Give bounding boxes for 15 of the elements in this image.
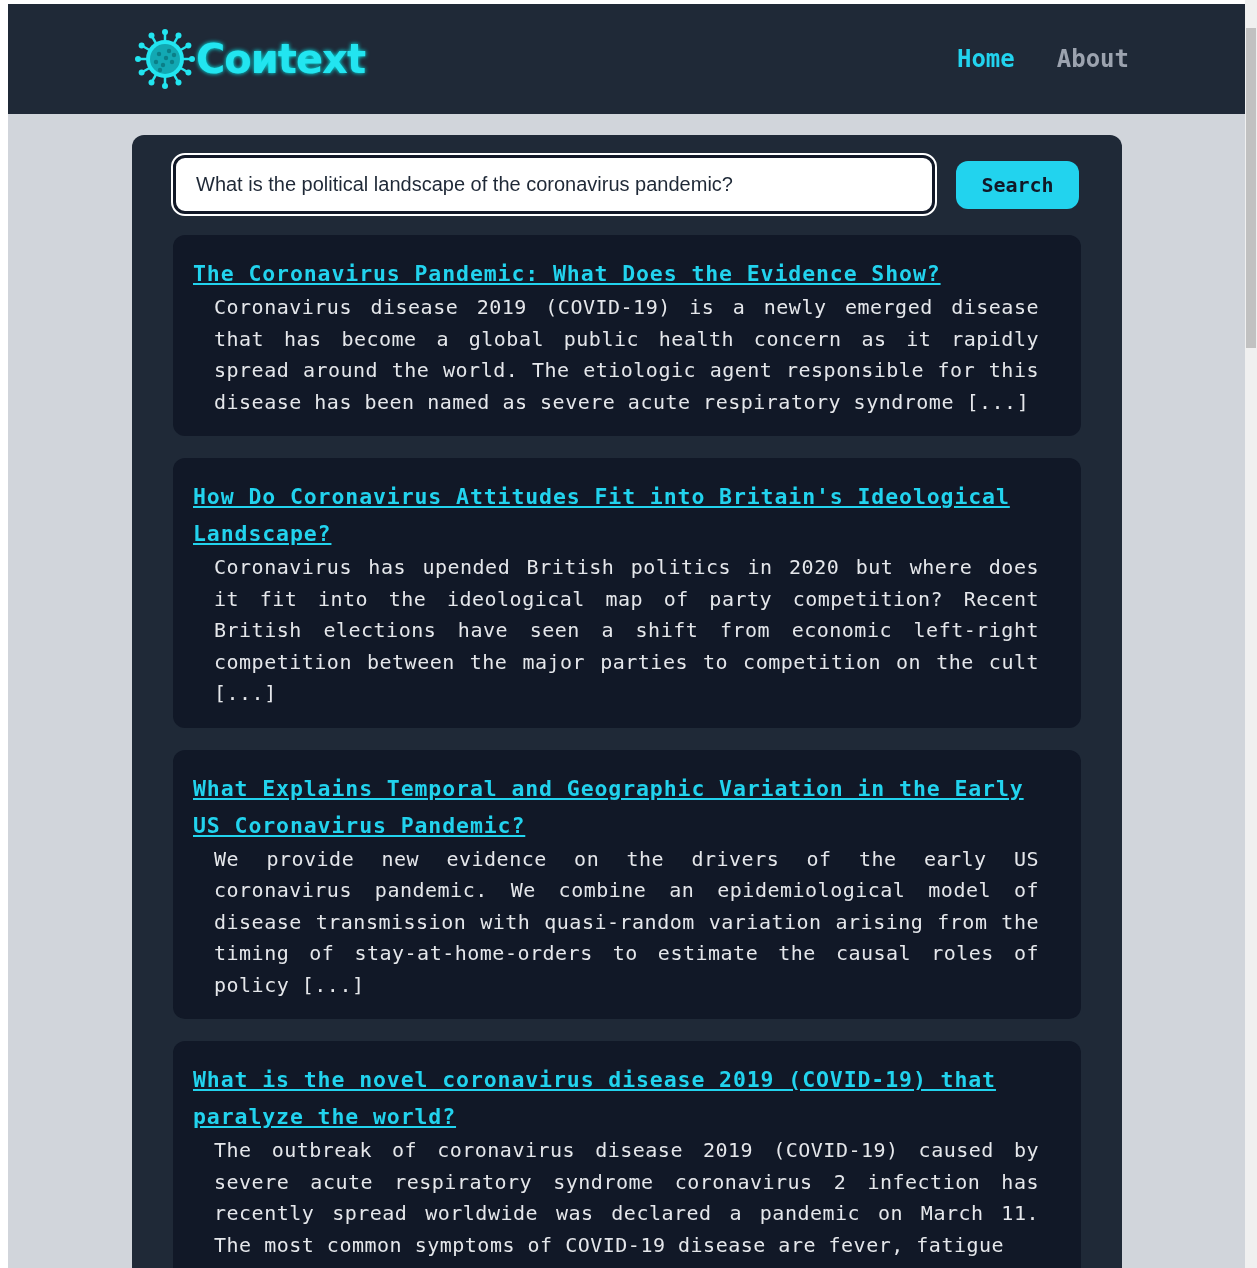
nav-link[interactable]: Home	[956, 41, 1015, 77]
search-button[interactable]: Search	[956, 160, 1079, 209]
result-title-link[interactable]: The Coronavirus Pandemic: What Does the Evidence Show?	[193, 255, 1061, 292]
result-title-link[interactable]: How Do Coronavirus Attitudes Fit into Britain's Ideological Landscape?	[193, 478, 1061, 552]
result-snippet: The outbreak of coronavirus disease 2019 (COVID-19) caused by severe acute respiratory syndrome coronavirus 2 infection has recently spread worldwide was declared a pandemic on March 11. The most common symptoms of COVID-19 disease are fever, fatigue	[213, 1137, 1040, 1259]
result-snippet: We provide new evidence on the drivers of the early US coronavirus pandemic. We combine an epidemiological model of disease transmission with quasi-random variation arising from the timing of stay-at-home-orders to estimate the causal roles of policy [...]	[213, 845, 1040, 999]
result-title-link[interactable]: What is the novel coronavirus disease 2019 (COVID-19) that paralyze the world?	[193, 1061, 1061, 1135]
result-snippet: Coronavirus has upended British politics in 2020 but where does it fit into the ideological map of party competition? Recent British elections have seen a shift from economic left-right competition between the major parties to competition on the cult [...]	[213, 554, 1040, 707]
nav-link[interactable]: About	[1056, 41, 1129, 77]
scrollbar[interactable]	[1245, 0, 1257, 1268]
result-snippet: Coronavirus disease 2019 (COVID-19) is a newly emerged disease that has become a global public health concern as it rapidly spread around the world. The etiologic agent responsible for this disease has been named as severe acute respiratory syndrome [...]	[213, 294, 1040, 416]
search-field[interactable]: What is the political landscape of the coronavirus pandemic?	[173, 155, 935, 214]
virus-icon	[134, 28, 196, 90]
logo-text: Coиtext	[196, 39, 366, 79]
result-title-link[interactable]: What Explains Temporal and Geographic Variation in the Early US Coronavirus Pandemic?	[193, 769, 1061, 844]
